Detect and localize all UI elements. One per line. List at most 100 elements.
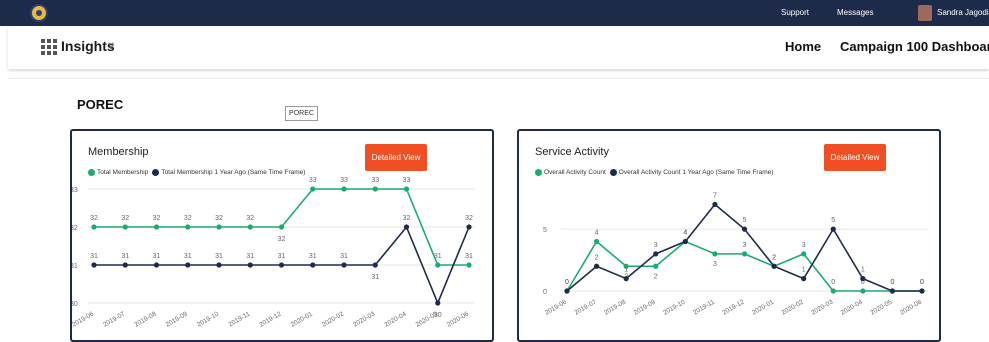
- y-tick-label: 31: [72, 263, 78, 270]
- x-tick-label: 2019-08: [133, 310, 157, 328]
- data-point: [122, 224, 128, 230]
- y-tick-label: 32: [72, 225, 78, 232]
- data-point: [153, 262, 160, 268]
- x-tick-label: 2019-11: [228, 310, 252, 328]
- top-bar: Support Messages Sandra Jagodi: [0, 0, 989, 26]
- x-tick-label: 2020-02: [781, 298, 805, 316]
- data-label: 2: [654, 273, 658, 280]
- data-point: [564, 288, 570, 294]
- x-tick-label: 2019-07: [102, 310, 126, 328]
- data-point: [247, 224, 253, 230]
- x-tick-label: 2019-12: [721, 298, 745, 316]
- data-point: [278, 262, 285, 268]
- data-point: [278, 224, 285, 230]
- x-tick-label: 2019-06: [544, 298, 568, 316]
- support-link[interactable]: Support: [781, 8, 809, 17]
- data-label: 31: [340, 253, 348, 260]
- x-tick-label: 2019-07: [573, 298, 597, 316]
- data-label: 31: [465, 253, 473, 260]
- data-point: [682, 238, 688, 245]
- data-point: [466, 262, 472, 268]
- data-label: 3: [713, 261, 717, 268]
- data-label: 32: [403, 215, 411, 222]
- data-label: 31: [121, 253, 129, 260]
- y-tick-label: 5: [543, 227, 547, 234]
- data-label: 3: [743, 242, 747, 249]
- x-tick-label: 2019-06: [72, 310, 95, 328]
- data-label: 32: [121, 215, 129, 222]
- data-point: [185, 224, 191, 230]
- data-point: [341, 186, 347, 192]
- x-tick-label: 2020-03: [352, 310, 376, 328]
- data-label: 0: [890, 279, 894, 286]
- x-tick-label: 2020-05: [869, 298, 893, 316]
- data-point: [153, 224, 160, 230]
- data-point: [593, 238, 600, 245]
- data-label: 31: [434, 253, 442, 260]
- x-tick-label: 2020-04: [840, 298, 864, 316]
- data-point: [185, 262, 191, 268]
- x-tick-label: 2019-08: [603, 298, 627, 316]
- data-label: 31: [184, 253, 192, 260]
- x-tick-label: 2020-01: [290, 310, 314, 328]
- data-label: 32: [90, 215, 98, 222]
- data-point: [310, 186, 316, 192]
- membership-card: Membership Detailed View Total Membershi…: [70, 129, 494, 342]
- data-label: 5: [743, 217, 747, 224]
- data-point: [372, 186, 378, 192]
- data-point: [623, 276, 629, 282]
- chevron-down-icon[interactable]: ∨: [107, 39, 115, 52]
- page-divider: [8, 78, 989, 79]
- membership-chart: 30 31 32 33 2019-06 2019-07 2019-08 2019-09 2019…: [72, 177, 475, 329]
- data-point: [593, 263, 600, 269]
- data-label: 0: [565, 279, 569, 286]
- data-point: [889, 288, 896, 294]
- avatar[interactable]: [918, 5, 932, 21]
- page-title: POREC: [77, 97, 124, 112]
- data-point: [741, 251, 748, 257]
- data-label: 32: [215, 215, 223, 222]
- data-label: 31: [278, 253, 286, 260]
- data-point: [830, 288, 836, 294]
- data-label: 3: [802, 242, 806, 249]
- data-point: [801, 276, 807, 282]
- x-tick-label: 2019-09: [633, 298, 657, 316]
- data-point: [771, 263, 777, 269]
- data-point: [372, 262, 378, 268]
- data-point: [919, 288, 925, 294]
- messages-link[interactable]: Messages: [837, 8, 873, 17]
- x-tick-label: 2020-03: [810, 298, 834, 316]
- data-label: 32: [184, 215, 192, 222]
- data-point: [216, 224, 222, 230]
- data-label: 32: [278, 236, 286, 243]
- data-label: 1: [802, 267, 806, 274]
- data-point: [310, 262, 316, 268]
- nav-campaign-dashboard-link[interactable]: Campaign 100 Dashboard: [840, 39, 989, 54]
- data-point: [216, 262, 222, 268]
- data-point: [91, 224, 97, 230]
- data-point: [435, 300, 441, 306]
- y-tick-label: 30: [72, 301, 78, 308]
- data-label: 33: [309, 177, 317, 184]
- data-label: 31: [90, 253, 98, 260]
- data-point: [247, 262, 253, 268]
- x-tick-label: 2019-11: [692, 298, 716, 316]
- nav-home-link[interactable]: Home: [785, 39, 821, 54]
- service-activity-card: Service Activity Detailed View Overall A…: [517, 129, 941, 342]
- service-activity-chart: 052019-06 2019-07 2019-08 2019-09 2019-10 201…: [543, 192, 928, 317]
- lions-logo-icon[interactable]: [30, 4, 48, 22]
- x-tick-label: 2020-06: [446, 310, 470, 328]
- data-label: 2: [772, 254, 776, 261]
- x-tick-label: 2020-02: [321, 310, 345, 328]
- data-point: [403, 186, 410, 192]
- data-label: 32: [153, 215, 161, 222]
- data-point: [860, 288, 866, 294]
- tooltip-label: POREC: [285, 106, 318, 121]
- data-point: [653, 251, 659, 257]
- apps-grid-icon[interactable]: [41, 39, 57, 55]
- data-label: 4: [595, 230, 599, 237]
- data-label: 31: [215, 253, 223, 260]
- user-name[interactable]: Sandra Jagodi: [937, 8, 989, 17]
- x-tick-label: 2020-01: [751, 298, 775, 316]
- data-label: 32: [246, 215, 254, 222]
